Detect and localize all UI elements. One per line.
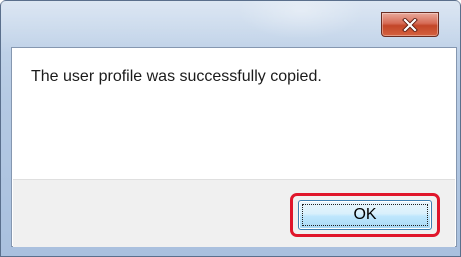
dialog-message: The user profile was successfully copied… [31, 68, 322, 85]
dialog-window: The user profile was successfully copied… [0, 0, 461, 257]
ok-button[interactable]: OK [298, 200, 432, 230]
close-button[interactable] [381, 12, 439, 37]
ok-button-label: OK [353, 206, 377, 223]
close-x-icon [402, 17, 418, 32]
